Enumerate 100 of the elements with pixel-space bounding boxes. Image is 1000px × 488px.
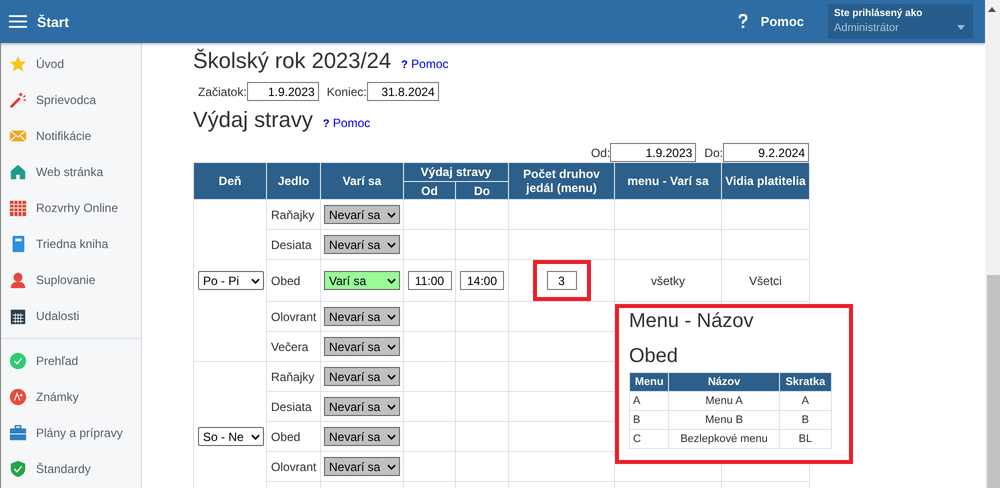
- chevron-icon: [387, 212, 396, 218]
- chevron-icon: [387, 242, 396, 248]
- table-cell: Menu A: [668, 392, 780, 410]
- column-header: menu - Varí sa: [614, 162, 722, 200]
- sidebar-item[interactable]: Štandardy: [1, 451, 141, 487]
- column-header: Počet druhov jedál (menu): [508, 162, 614, 200]
- table-cell: Večera: [266, 332, 320, 362]
- app-title[interactable]: Štart: [37, 14, 69, 30]
- table-cell: A: [779, 392, 832, 410]
- cooking-dropdown[interactable]: Nevarí sa: [324, 397, 400, 416]
- help-icon[interactable]: [738, 14, 748, 29]
- table-cell: Olovrant: [266, 302, 320, 332]
- column-header: Vidia platitelia: [722, 162, 810, 200]
- help-link[interactable]: Pomoc: [760, 14, 804, 29]
- table-cell: Bezlepkové menu: [668, 430, 780, 448]
- column-header: Deň: [194, 162, 266, 200]
- sidebar-item[interactable]: Úvod: [1, 46, 141, 82]
- day-dropdown[interactable]: Po - Pi: [198, 271, 264, 290]
- check-icon: [9, 352, 27, 370]
- grade-icon: [9, 388, 27, 406]
- chevron-icon: [387, 374, 396, 380]
- scrollbar[interactable]: [985, 0, 1000, 488]
- user-dropdown[interactable]: Ste prihlásený ako Administrátor: [828, 4, 973, 39]
- column-header: Názov: [668, 372, 780, 392]
- sidebar-item[interactable]: Web stránka: [1, 154, 141, 190]
- chevron-icon: [387, 434, 396, 440]
- field-label: Do:: [704, 146, 723, 160]
- chevron-icon: [387, 344, 396, 350]
- count-field[interactable]: 3: [546, 271, 576, 290]
- cooking-dropdown[interactable]: Nevarí sa: [324, 307, 400, 326]
- column-header: Jedlo: [266, 162, 320, 200]
- help-link[interactable]: ? Pomoc: [401, 57, 449, 71]
- time-field[interactable]: 14:00: [460, 271, 504, 290]
- table-cell: Raňajky: [266, 200, 320, 230]
- chevron-icon: [251, 278, 260, 284]
- house-icon: [9, 163, 27, 181]
- sidebar-item[interactable]: Udalosti: [1, 298, 141, 334]
- sidebar-item[interactable]: Prehľad: [1, 343, 141, 379]
- section-heading: Školský rok 2023/24: [193, 48, 392, 74]
- cooking-dropdown[interactable]: Nevarí sa: [324, 457, 400, 476]
- date-field[interactable]: 31.8.2024: [366, 82, 439, 101]
- table-cell: BL: [779, 430, 832, 448]
- chevron-icon: [387, 404, 396, 410]
- chevron-icon: [251, 434, 260, 440]
- chevron-icon: [387, 278, 396, 284]
- section-heading: Výdaj stravy: [193, 107, 313, 133]
- table-cell: Desiata: [266, 392, 320, 422]
- date-field[interactable]: 1.9.2023: [610, 143, 696, 162]
- time-field[interactable]: 11:00: [408, 271, 452, 290]
- sidebar-item[interactable]: Triedna kniha: [1, 226, 141, 262]
- shield-icon: [9, 460, 27, 478]
- column-header: Výdaj stravy: [404, 162, 508, 182]
- cooking-dropdown[interactable]: Nevarí sa: [324, 337, 400, 356]
- cooking-dropdown[interactable]: Varí sa: [324, 271, 400, 290]
- sidebar-item[interactable]: Suplovanie: [1, 262, 141, 298]
- table-cell: A: [630, 392, 669, 410]
- column-header: Skratka: [779, 372, 832, 392]
- sidebar-item[interactable]: Plány a prípravy: [1, 415, 141, 451]
- date-field[interactable]: 1.9.2023: [246, 82, 319, 101]
- cooking-dropdown[interactable]: Nevarí sa: [324, 367, 400, 386]
- column-header: Od: [404, 182, 456, 200]
- field-label: Koniec:: [326, 84, 367, 98]
- field-label: Začiatok:: [198, 84, 247, 98]
- table-cell: C: [630, 430, 669, 448]
- table-cell: Obed: [266, 422, 320, 452]
- table-cell: B: [779, 410, 832, 430]
- sidebar-item[interactable]: Notifikácie: [1, 118, 141, 154]
- table-cell: Všetci: [749, 274, 782, 288]
- popup-subtitle: Obed: [629, 345, 679, 368]
- help-link[interactable]: ? Pomoc: [322, 116, 370, 130]
- table-cell: Obed: [266, 260, 320, 302]
- column-header: Do: [456, 182, 508, 200]
- scroll-up-icon[interactable]: [988, 7, 996, 12]
- briefcase-icon: [9, 424, 27, 442]
- table-cell: Menu B: [668, 410, 780, 430]
- date-field[interactable]: 9.2.2024: [723, 143, 809, 162]
- person-icon: [9, 271, 27, 289]
- star-icon: [9, 55, 27, 73]
- popup-title: Menu - Názov: [629, 310, 754, 333]
- cooking-dropdown[interactable]: Nevarí sa: [324, 235, 400, 254]
- sidebar-item[interactable]: Známky: [1, 379, 141, 415]
- table-cell: Desiata: [266, 230, 320, 260]
- table-cell: Raňajky: [266, 362, 320, 392]
- calendar-icon: [9, 307, 27, 325]
- table-cell: B: [630, 410, 669, 430]
- day-dropdown[interactable]: So - Ne: [198, 427, 264, 446]
- wand-icon: [9, 91, 27, 109]
- cooking-dropdown[interactable]: Nevarí sa: [324, 427, 400, 446]
- column-header: Varí sa: [320, 162, 404, 200]
- sidebar-item[interactable]: Sprievodca: [1, 82, 141, 118]
- table-cell: všetky: [650, 274, 685, 288]
- sidebar-item[interactable]: Rozvrhy Online: [1, 190, 141, 226]
- caret-icon: [957, 25, 965, 30]
- chevron-icon: [387, 464, 396, 470]
- field-label: Od:: [590, 146, 610, 160]
- table-cell: Olovrant: [266, 452, 320, 482]
- column-header: Menu: [630, 372, 669, 392]
- menu-icon[interactable]: [9, 14, 27, 29]
- calendar-grid-icon: [9, 199, 27, 217]
- cooking-dropdown[interactable]: Nevarí sa: [324, 205, 400, 224]
